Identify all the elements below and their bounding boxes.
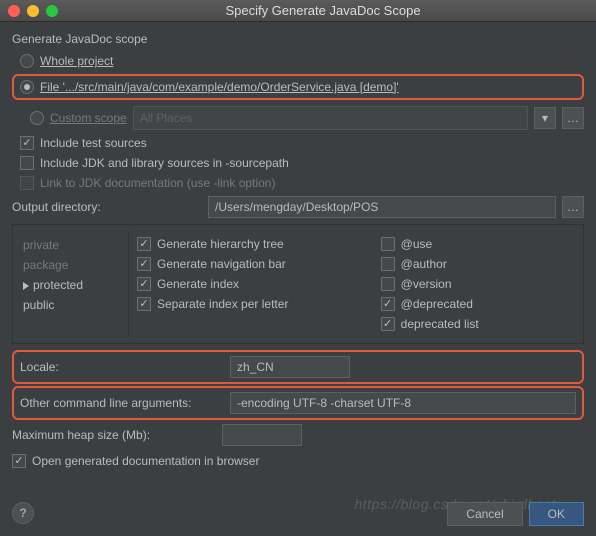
output-dir-browse-button[interactable]: … [562,196,584,218]
checkbox-icon [137,297,151,311]
gen-hierarchy[interactable]: Generate hierarchy tree [137,237,373,251]
generate-options: Generate hierarchy tree Generate navigat… [137,231,373,337]
checkbox-icon [137,277,151,291]
other-args-input[interactable] [230,392,576,414]
close-icon[interactable] [8,5,20,17]
help-button[interactable]: ? [12,502,34,524]
other-args-row: Other command line arguments: [20,392,576,414]
checkbox-icon [12,454,26,468]
custom-scope-dropdown-button: ▾ [534,107,556,129]
custom-scope-label: Custom scope [50,111,127,125]
include-test-label: Include test sources [40,136,147,150]
other-args-label: Other command line arguments: [20,396,220,410]
include-jdk-label: Include JDK and library sources in -sour… [40,156,289,170]
output-dir-input[interactable] [208,196,556,218]
checkbox-icon [381,237,395,251]
include-test-sources[interactable]: Include test sources [12,136,584,150]
window-title: Specify Generate JavaDoc Scope [58,3,588,18]
highlight-other-args: Other command line arguments: [12,386,584,420]
gen-sep-index[interactable]: Separate index per letter [137,297,373,311]
radio-icon [20,80,34,94]
scope-section-title: Generate JavaDoc scope [12,32,584,46]
open-in-browser[interactable]: Open generated documentation in browser [12,454,584,468]
link-jdk-docs: Link to JDK documentation (use -link opt… [12,176,584,190]
tag-options: @use @author @version @deprecated deprec… [381,231,577,337]
arrow-right-icon [23,282,29,290]
visibility-list[interactable]: private package protected public [19,231,129,337]
tag-version[interactable]: @version [381,277,577,291]
checkbox-icon [137,237,151,251]
gen-nav[interactable]: Generate navigation bar [137,257,373,271]
dialog-buttons: Cancel OK [447,502,584,526]
open-browser-label: Open generated documentation in browser [32,454,259,468]
visibility-package[interactable]: package [21,255,124,275]
minimize-icon[interactable] [27,5,39,17]
tag-deprecated[interactable]: @deprecated [381,297,577,311]
radio-icon [30,111,44,125]
locale-row: Locale: [20,356,576,378]
scope-custom[interactable]: Custom scope All Places ▾ … [12,106,584,130]
ok-button[interactable]: OK [529,502,584,526]
gen-index[interactable]: Generate index [137,277,373,291]
heap-label: Maximum heap size (Mb): [12,428,212,442]
checkbox-icon [381,317,395,331]
radio-icon [20,54,34,68]
cancel-button[interactable]: Cancel [447,502,522,526]
tag-deprecated-list[interactable]: deprecated list [381,317,577,331]
dialog-content: Generate JavaDoc scope Whole project Fil… [0,22,596,484]
heap-row: Maximum heap size (Mb): [12,424,584,446]
titlebar: Specify Generate JavaDoc Scope [0,0,596,22]
heap-input[interactable] [222,424,302,446]
checkbox-icon [137,257,151,271]
checkbox-icon [20,156,34,170]
whole-project-label: Whole project [40,54,113,68]
scope-file[interactable]: File '.../src/main/java/com/example/demo… [20,80,576,94]
scope-whole-project[interactable]: Whole project [12,54,584,68]
link-jdk-label: Link to JDK documentation (use -link opt… [40,176,275,190]
custom-scope-browse-button: … [562,107,584,129]
checkbox-icon [381,277,395,291]
visibility-public[interactable]: public [21,295,124,315]
checkbox-icon [20,176,34,190]
checkbox-icon [381,257,395,271]
visibility-protected[interactable]: protected [21,275,124,295]
tag-use[interactable]: @use [381,237,577,251]
locale-label: Locale: [20,360,220,374]
zoom-icon[interactable] [46,5,58,17]
highlight-locale: Locale: [12,350,584,384]
tag-author[interactable]: @author [381,257,577,271]
highlight-file-scope: File '.../src/main/java/com/example/demo… [12,74,584,100]
visibility-private[interactable]: private [21,235,124,255]
include-jdk-sources[interactable]: Include JDK and library sources in -sour… [12,156,584,170]
file-scope-label: File '.../src/main/java/com/example/demo… [40,80,399,94]
custom-scope-placeholder: All Places [140,111,193,125]
options-panel: private package protected public Generat… [12,224,584,344]
window-controls [8,5,58,17]
checkbox-icon [20,136,34,150]
custom-scope-select: All Places [133,106,528,130]
output-directory-row: Output directory: … [12,196,584,218]
output-dir-label: Output directory: [12,200,202,214]
locale-input[interactable] [230,356,350,378]
checkbox-icon [381,297,395,311]
